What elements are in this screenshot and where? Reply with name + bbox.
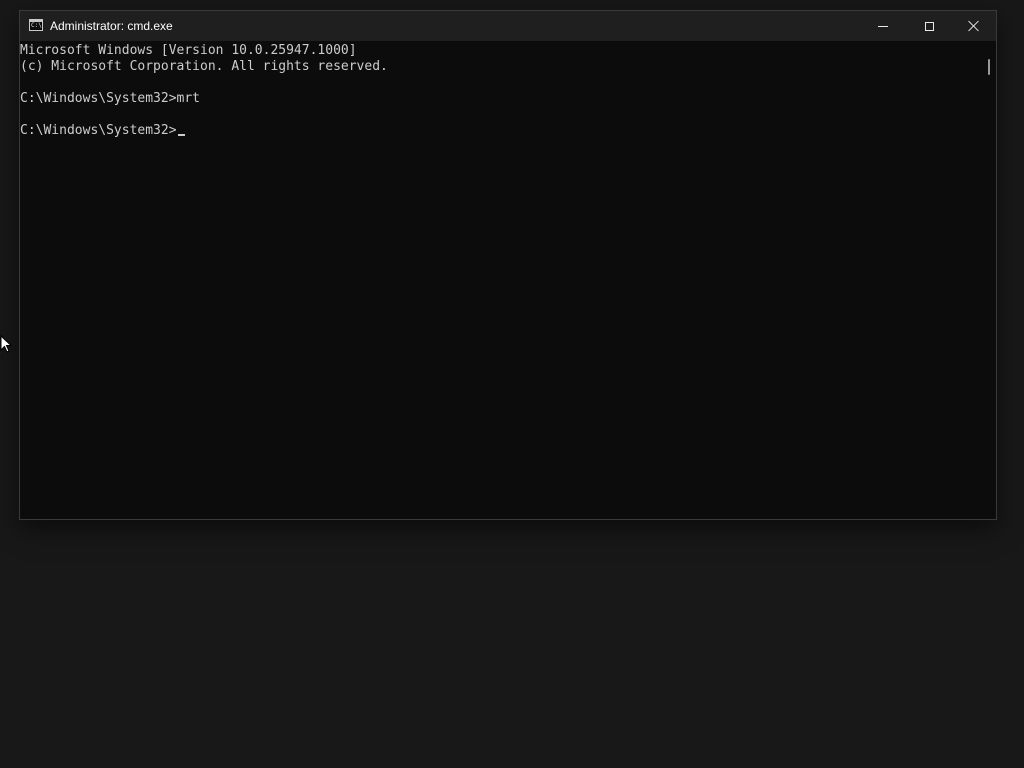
minimize-icon: [878, 25, 888, 27]
window-title: Administrator: cmd.exe: [50, 19, 173, 33]
console-prompt-line[interactable]: C:\Windows\System32>: [20, 123, 982, 139]
console-output[interactable]: Microsoft Windows [Version 10.0.25947.10…: [20, 41, 982, 519]
cmd-icon-prompt: C:\: [31, 22, 42, 29]
mouse-pointer-icon: [0, 335, 12, 353]
console-line: Microsoft Windows [Version 10.0.25947.10…: [20, 43, 357, 58]
minimize-button[interactable]: [860, 11, 906, 41]
close-button[interactable]: [951, 11, 997, 41]
console-line: (c) Microsoft Corporation. All rights re…: [20, 59, 388, 74]
desktop-background: C:\ Administrator: cmd.exe Microsoft Win…: [0, 0, 1024, 768]
console-prompt: C:\Windows\System32>: [20, 123, 177, 138]
console-line: C:\Windows\System32>mrt: [20, 91, 201, 106]
title-bar[interactable]: C:\ Administrator: cmd.exe: [20, 11, 996, 41]
cmd-window[interactable]: C:\ Administrator: cmd.exe Microsoft Win…: [19, 10, 997, 520]
maximize-icon: [924, 21, 934, 31]
scrollbar-thumb[interactable]: [988, 59, 990, 75]
close-icon: [968, 20, 980, 32]
text-cursor: [177, 134, 185, 136]
maximize-button[interactable]: [906, 11, 952, 41]
cmd-icon[interactable]: C:\: [29, 19, 43, 31]
vertical-scrollbar[interactable]: [982, 41, 996, 519]
